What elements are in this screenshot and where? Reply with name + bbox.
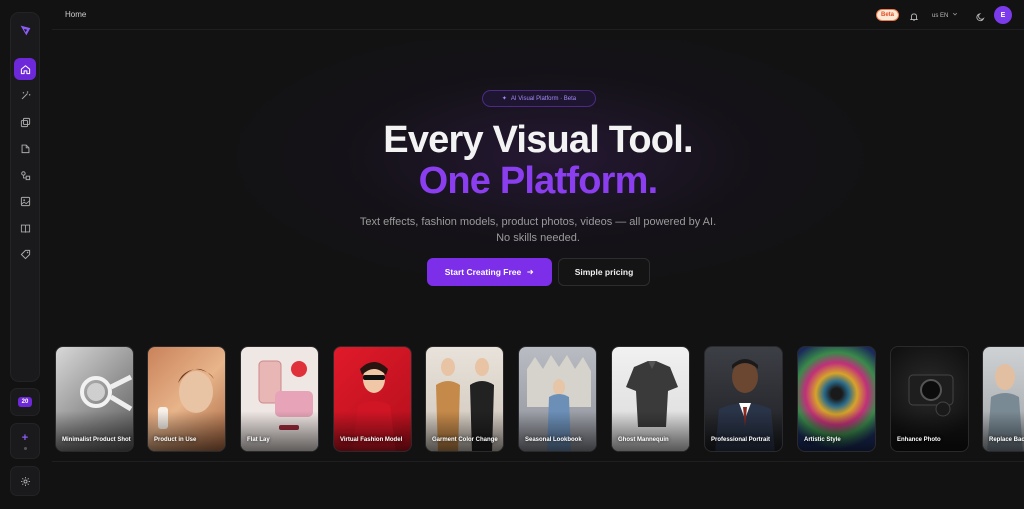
card-shade [426,411,503,451]
card-shade [705,411,782,451]
breadcrumb[interactable]: Home [65,10,86,19]
card-label: Professional Portrait [711,437,771,443]
platform-badge: ✦ AI Visual Platform · Beta [482,90,596,107]
settings-button[interactable] [10,466,40,496]
hero-title-line1: Every Visual Tool. [383,119,693,161]
book-icon [20,224,30,233]
card-label: Enhance Photo [897,437,941,443]
card-enhance-photo[interactable]: Enhance Photo [890,346,969,452]
add-box[interactable]: + [10,423,40,459]
magic-wand-icon [21,91,30,100]
card-label: Minimalist Product Shot [62,437,131,443]
sidebar-item-magic-tools[interactable] [14,85,36,107]
tag-icon [20,249,30,260]
plus-icon: + [21,431,29,444]
card-label: Ghost Mannequin [618,437,669,443]
sidebar-item-library[interactable] [14,217,36,239]
avatar[interactable]: E [994,6,1012,24]
card-shade [148,411,225,451]
card-seasonal-lookbook[interactable]: Seasonal Lookbook [518,346,597,452]
card-label: Flat Lay [247,437,270,443]
start-creating-label: Start Creating Free [444,267,522,277]
card-shade [891,411,968,451]
card-shade [241,411,318,451]
card-shade [612,411,689,451]
card-label: Garment Color Change [432,437,498,443]
notifications-button[interactable] [909,9,919,27]
divider [52,461,1024,462]
moon-icon [976,13,985,22]
card-ghost-mannequin[interactable]: Ghost Mannequin [611,346,690,452]
card-label: Seasonal Lookbook [525,437,582,443]
logo-icon [20,25,30,35]
language-label: us EN [932,13,949,19]
sparkle-icon: ✦ [501,96,507,102]
card-flat-lay[interactable]: Flat Lay [240,346,319,452]
hero-subtitle: Text effects, fashion models, product ph… [359,216,717,244]
tool-cards-row: Minimalist Product Shot Product in Use F… [55,346,1024,452]
hero-title-line2: One Platform. [418,160,659,202]
card-label: Replace Background [989,437,1024,443]
status-dot [23,446,27,450]
card-replace-background[interactable]: Replace Background [982,346,1024,452]
bell-icon [909,13,919,21]
top-bar: Home Beta us EN E [52,0,1024,30]
card-minimalist-product-shot[interactable]: Minimalist Product Shot [55,346,134,452]
card-shade [798,411,875,451]
card-label: Artistic Style [804,437,841,443]
sidebar-item-pricing[interactable] [14,244,36,266]
theme-toggle[interactable] [976,9,986,27]
card-artistic-style[interactable]: Artistic Style [797,346,876,452]
logo[interactable] [15,20,35,40]
platform-badge-label: AI Visual Platform · Beta [510,95,577,102]
credits-box[interactable]: 20 [10,388,40,416]
card-shade [334,411,411,451]
card-professional-portrait[interactable]: Professional Portrait [704,346,783,452]
card-virtual-fashion-model[interactable]: Virtual Fashion Model [333,346,412,452]
card-garment-color-change[interactable]: Garment Color Change [425,346,504,452]
card-label: Virtual Fashion Model [340,437,403,443]
card-shade [56,411,133,451]
sidebar-item-home[interactable] [14,58,36,80]
gear-icon [20,476,30,486]
language-selector[interactable]: us EN [932,11,958,19]
home-icon [20,64,30,74]
card-shade [519,411,596,451]
credits-badge: 20 [17,397,33,407]
card-product-in-use[interactable]: Product in Use [147,346,226,452]
card-shade [983,411,1024,451]
arrow-right-icon [527,269,534,275]
pricing-button[interactable]: Simple pricing [558,258,650,286]
start-creating-button[interactable]: Start Creating Free [427,258,552,286]
card-label: Product in Use [154,437,197,443]
chevron-down-icon [952,12,958,16]
beta-badge: Beta [876,9,900,21]
